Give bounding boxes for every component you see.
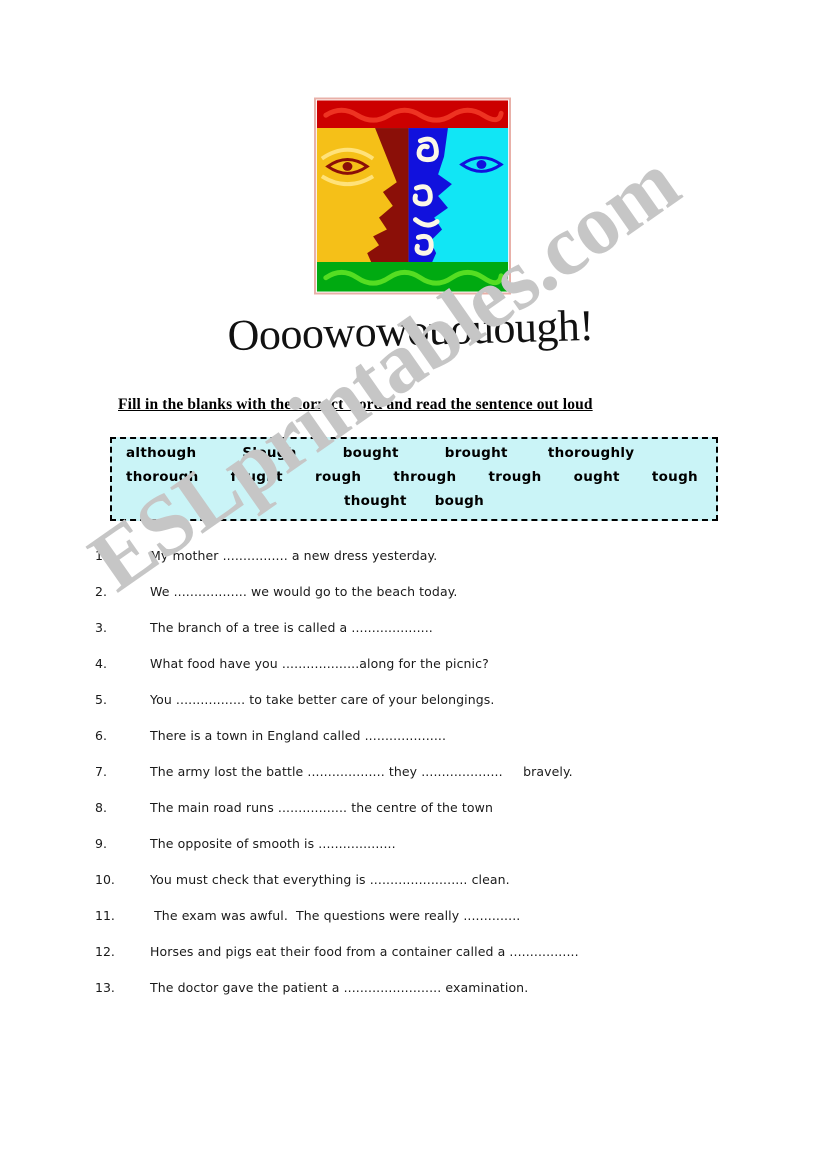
page-title: Oooowowououough! <box>226 300 595 361</box>
exercise-item: 12. Horses and pigs eat their food from … <box>95 944 755 980</box>
item-text[interactable]: My mother ................ a new dress y… <box>150 548 437 563</box>
item-number: 10. <box>95 872 115 887</box>
exercise-item: 3. The branch of a tree is called a ....… <box>95 620 755 656</box>
word-bank-word[interactable]: fought <box>231 469 283 485</box>
item-text[interactable]: What food have you ...................al… <box>150 656 489 671</box>
word-bank-word[interactable]: through <box>393 469 456 485</box>
exercise-item: 7. The army lost the battle ............… <box>95 764 755 800</box>
exercise-item: 8. The main road runs ................. … <box>95 800 755 836</box>
word-bank-word[interactable]: Slough <box>242 445 296 461</box>
item-text[interactable]: The army lost the battle ...............… <box>150 764 573 779</box>
item-text[interactable]: We .................. we would go to the… <box>150 584 458 599</box>
item-number: 4. <box>95 656 107 671</box>
word-bank-word[interactable]: bought <box>343 445 399 461</box>
exercise-item: 6. There is a town in England called ...… <box>95 728 755 764</box>
word-bank-word[interactable]: trough <box>488 469 541 485</box>
word-bank-word[interactable]: ought <box>574 469 620 485</box>
exercise-item: 1. My mother ................ a new dres… <box>95 548 755 584</box>
item-number: 12. <box>95 944 115 959</box>
exercise-item: 13. The doctor gave the patient a ......… <box>95 980 755 1016</box>
exercise-item: 11. The exam was awful. The questions we… <box>95 908 755 944</box>
item-text[interactable]: The opposite of smooth is ..............… <box>150 836 396 851</box>
item-number: 3. <box>95 620 107 635</box>
item-text[interactable]: You must check that everything is ......… <box>150 872 510 887</box>
word-bank-word[interactable]: thoroughly <box>548 445 635 461</box>
exercise-item: 2. We .................. we would go to … <box>95 584 755 620</box>
two-faces-profile-logo <box>314 96 511 296</box>
logo-right-pupil <box>476 160 487 169</box>
item-number: 11. <box>95 908 115 923</box>
item-text[interactable]: There is a town in England called ......… <box>150 728 446 743</box>
item-number: 7. <box>95 764 107 779</box>
item-text[interactable]: The doctor gave the patient a ..........… <box>150 980 528 995</box>
worksheet-page: Oooowowououough! Fill in the blanks with… <box>0 0 821 1169</box>
item-number: 1. <box>95 548 107 563</box>
word-bank-word[interactable]: thought <box>344 493 407 509</box>
word-bank-word[interactable]: brought <box>445 445 508 461</box>
logo-svg <box>314 97 511 295</box>
item-number: 5. <box>95 692 107 707</box>
exercise-list: 1. My mother ................ a new dres… <box>95 548 755 1016</box>
item-text[interactable]: The exam was awful. The questions were r… <box>150 908 520 923</box>
item-number: 8. <box>95 800 107 815</box>
word-bank-word[interactable]: thorough <box>126 469 199 485</box>
word-bank-word[interactable]: bough <box>435 493 484 509</box>
word-bank: although Slough bought brought thoroughl… <box>110 437 718 521</box>
exercise-item: 5. You ................. to take better … <box>95 692 755 728</box>
item-text[interactable]: The main road runs ................. the… <box>150 800 493 815</box>
word-bank-word[interactable]: tough <box>652 469 698 485</box>
exercise-item: 10. You must check that everything is ..… <box>95 872 755 908</box>
item-number: 6. <box>95 728 107 743</box>
item-text[interactable]: You ................. to take better car… <box>150 692 495 707</box>
item-number: 2. <box>95 584 107 599</box>
item-number: 9. <box>95 836 107 851</box>
word-bank-word[interactable]: rough <box>315 469 361 485</box>
item-number: 13. <box>95 980 115 995</box>
exercise-item: 9. The opposite of smooth is ...........… <box>95 836 755 872</box>
exercise-item: 4. What food have you ..................… <box>95 656 755 692</box>
item-text[interactable]: The branch of a tree is called a .......… <box>150 620 433 635</box>
word-bank-row: thought bough <box>126 493 702 517</box>
word-bank-row: thorough fought rough through trough oug… <box>126 469 702 493</box>
logo-left-pupil <box>342 162 353 171</box>
word-bank-row: although Slough bought brought thoroughl… <box>126 445 702 469</box>
word-bank-word[interactable]: although <box>126 445 196 461</box>
instruction-text: Fill in the blanks with the correct word… <box>118 396 593 413</box>
item-text[interactable]: Horses and pigs eat their food from a co… <box>150 944 579 959</box>
